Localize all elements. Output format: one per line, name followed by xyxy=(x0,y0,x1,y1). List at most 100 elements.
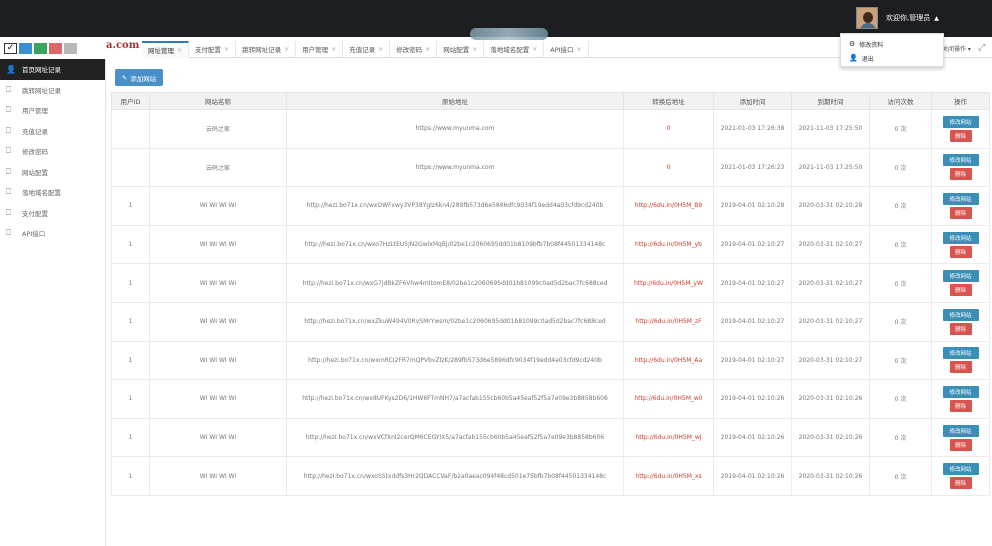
edit-site-button[interactable]: 修改网站 xyxy=(942,347,979,360)
edit-site-button[interactable]: 修改网站 xyxy=(942,231,979,244)
delete-button[interactable]: 删除 xyxy=(949,438,972,451)
close-icon[interactable]: × xyxy=(177,47,182,54)
close-icon[interactable]: × xyxy=(472,46,477,53)
user-profile-toggle[interactable]: 欢迎你,管理员 ▲ xyxy=(856,5,945,31)
cell-orig[interactable]: https://www.myunma.com xyxy=(286,109,624,149)
cell-orig[interactable]: https://www.myunma.com xyxy=(286,147,624,188)
cell-conv[interactable]: http://6du.in/0H5M_wJ xyxy=(623,417,714,458)
edit-site-button[interactable]: 修改网站 xyxy=(942,463,979,476)
edit-site-button[interactable]: 修改网站 xyxy=(942,308,979,321)
cell-uid: 1 xyxy=(111,263,150,303)
sidebar-item-label: 首页网址记录 xyxy=(22,66,61,75)
sidebar-item-redirect-records[interactable]: ⎕ 跳转网址记录 xyxy=(0,80,105,101)
cell-conv[interactable]: 0 xyxy=(623,147,714,188)
tab-payment-config[interactable]: 支付配置 × xyxy=(189,40,237,58)
cell-uid: 1 xyxy=(111,417,150,458)
edit-site-button[interactable]: 修改网站 xyxy=(942,385,979,398)
fullscreen-icon[interactable]: ⤢ xyxy=(978,43,985,53)
row-actions: 修改网站 删除 xyxy=(933,463,989,490)
cell-conv[interactable]: http://6du.in/0H5M_Aa xyxy=(623,340,714,381)
edit-site-button[interactable]: 修改网站 xyxy=(942,270,979,283)
delete-button[interactable]: 删除 xyxy=(949,284,972,297)
row-actions: 修改网站 删除 xyxy=(933,192,989,219)
col-header: 用户ID xyxy=(111,92,150,110)
sidebar-item-users[interactable]: ⎕ 用户管理 xyxy=(0,100,105,121)
sidebar-item-home-urls[interactable]: 👤 首页网址记录 xyxy=(0,59,105,80)
tab-user-manage[interactable]: 用户管理 × xyxy=(296,40,344,58)
delete-button[interactable]: 删除 xyxy=(949,206,972,219)
delete-button[interactable]: 删除 xyxy=(949,399,972,412)
close-icon[interactable]: × xyxy=(532,46,537,53)
tab-landing-domain[interactable]: 落地域名配置 × xyxy=(484,40,545,58)
cell-visits: 0 次 xyxy=(869,379,932,419)
cell-visits: 0 次 xyxy=(869,147,932,188)
cell-orig[interactable]: http://hezi.bo71x.cn/wxOWFxwy3VP38Yglz6k… xyxy=(286,186,624,226)
close-icon[interactable]: × xyxy=(378,46,383,53)
close-icon[interactable]: × xyxy=(331,46,336,53)
delete-button[interactable]: 删除 xyxy=(949,361,972,374)
tab-url-manage[interactable]: 网址管理 × xyxy=(142,40,190,58)
menu-item-edit-profile[interactable]: ⚙ 修改资料 xyxy=(849,37,935,51)
tab-recharge-records[interactable]: 充值记录 × xyxy=(343,40,391,58)
close-icon[interactable]: × xyxy=(577,46,582,53)
cell-orig[interactable]: http://hezi.bo71x.cn/wx8UFKys2D6/1HW6FTm… xyxy=(286,379,624,419)
close-icon[interactable]: × xyxy=(224,46,229,53)
add-site-button[interactable]: ✎ 添加网站 xyxy=(115,69,163,86)
bookmark-icon: ⎕ xyxy=(6,125,11,135)
sidebar-item-landing-domain[interactable]: ⎕ 落地域名配置 xyxy=(0,182,105,203)
sidebar-item-label: 用户管理 xyxy=(22,107,48,116)
edit-site-button[interactable]: 修改网站 xyxy=(942,424,979,437)
cell-orig[interactable]: http://hezi.bo71x.cn/wxmRCI2FR7mQPVbvZlz… xyxy=(286,340,624,381)
close-icon[interactable]: × xyxy=(284,46,289,53)
cell-conv[interactable]: 0 xyxy=(623,109,714,149)
delete-button[interactable]: 删除 xyxy=(949,129,972,142)
cell-conv[interactable]: http://6du.in/0H5M_yb xyxy=(623,224,714,265)
checkbox-icon[interactable]: ✓ xyxy=(4,42,17,54)
cell-conv[interactable]: http://6du.in/0H5M_yW xyxy=(623,263,714,303)
cell-conv[interactable]: http://6du.in/0H5M_B9 xyxy=(623,186,714,226)
sidebar-item-label: 网站配置 xyxy=(22,168,48,177)
green-square-icon xyxy=(34,42,47,54)
delete-button[interactable]: 删除 xyxy=(949,322,972,335)
tab-change-password[interactable]: 修改密码 × xyxy=(390,40,438,58)
cell-orig[interactable]: http://hezi.bo71x.cn/wxoSStxddfs3Hr2QDAC… xyxy=(286,456,624,496)
sidebar-item-recharge[interactable]: ⎕ 充值记录 xyxy=(0,121,105,142)
sidebar-item-password[interactable]: ⎕ 修改密码 xyxy=(0,141,105,162)
cell-orig[interactable]: http://hezi.bo71x.cn/wxG7jdBkZF6Vhw4mIto… xyxy=(286,263,624,303)
tab-site-config[interactable]: 网站配置 × xyxy=(437,40,485,58)
edit-site-button[interactable]: 修改网站 xyxy=(942,115,979,128)
cell-conv[interactable]: http://6du.in/0H5M_xs xyxy=(623,456,714,496)
edit-site-button[interactable]: 修改网站 xyxy=(942,154,979,167)
cell-uid: 1 xyxy=(111,456,150,496)
cell-actions: 修改网站 删除 xyxy=(931,417,990,458)
cell-orig[interactable]: http://hezi.bo71x.cn/wxZkuW494V0RvSMrYws… xyxy=(286,301,624,342)
table-row: 1 WI WI WI WI http://hezi.bo71x.cn/wxo7HzL… xyxy=(111,224,990,265)
col-header: 转换后地址 xyxy=(623,92,714,110)
table-row: 云码之家 https://www.myunma.com 0 2021-01-03 17… xyxy=(111,109,990,149)
close-icon[interactable]: × xyxy=(425,46,430,53)
delete-button[interactable]: 删除 xyxy=(949,245,972,258)
sidebar-item-label: 跳转网址记录 xyxy=(22,86,61,95)
cell-orig[interactable]: http://hezi.bo71x.cn/wxo7HzLtEU5jN2GwlxM… xyxy=(286,224,624,265)
tab-redirect-records[interactable]: 跳转网址记录 × xyxy=(236,40,297,58)
cell-actions: 修改网站 删除 xyxy=(931,301,990,342)
table-row: 1 WI WI WI WI http://hezi.bo71x.cn/wx8UFKy… xyxy=(111,379,990,419)
delete-button[interactable]: 删除 xyxy=(949,168,972,181)
sidebar-item-site-config[interactable]: ⎕ 网站配置 xyxy=(0,162,105,183)
cell-name: WI WI WI WI xyxy=(149,340,287,381)
sidebar-item-api[interactable]: ⎕ API接口 xyxy=(0,223,105,244)
tab-api[interactable]: API接口 × xyxy=(544,40,589,58)
cell-conv[interactable]: http://6du.in/0H5M_w0 xyxy=(623,379,714,419)
delete-button[interactable]: 删除 xyxy=(949,477,972,490)
cell-orig[interactable]: http://hezi.bo71x.cn/wxVCfXnl2cerQM6CEGY… xyxy=(286,417,624,458)
bookmark-icon: ⎕ xyxy=(6,166,11,176)
blurred-region xyxy=(470,28,548,40)
sidebar-item-payment[interactable]: ⎕ 支付配置 xyxy=(0,203,105,224)
cell-conv[interactable]: http://6du.in/0H5M_zF xyxy=(623,301,714,342)
user-logout-icon: 👤 xyxy=(849,54,858,62)
tab-operations-dropdown[interactable]: 关闭操作 ▾ xyxy=(942,44,971,53)
edit-site-button[interactable]: 修改网站 xyxy=(942,192,979,205)
cell-visits: 0 次 xyxy=(869,417,932,458)
cell-visits: 0 次 xyxy=(869,109,932,149)
menu-item-logout[interactable]: 👤 退出 xyxy=(849,51,935,65)
